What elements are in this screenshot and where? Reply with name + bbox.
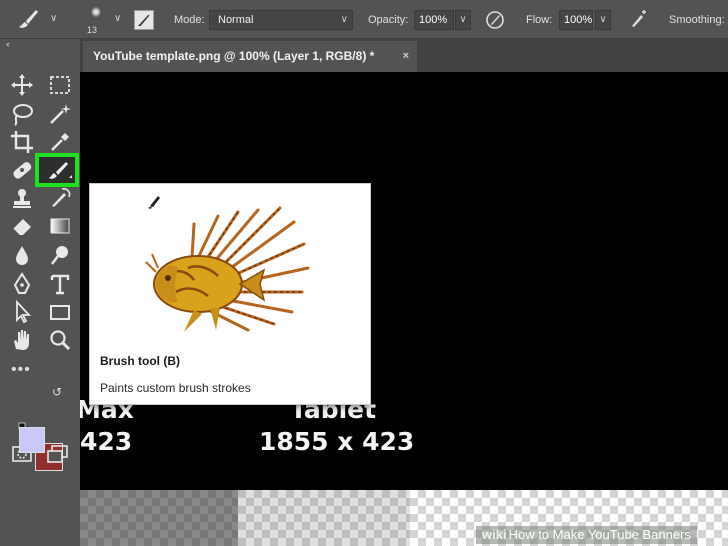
brush-preset-chevron-icon[interactable]: ∨ xyxy=(114,13,121,24)
path-selection-tool[interactable] xyxy=(9,299,35,325)
pressure-icon xyxy=(486,11,504,29)
blend-mode-select[interactable]: Normal ∨ xyxy=(209,10,353,30)
hand-tool[interactable] xyxy=(9,327,35,353)
water-drop-icon xyxy=(16,246,28,265)
magic-wand-icon xyxy=(50,104,71,124)
dodge-icon xyxy=(51,246,68,265)
pen-icon xyxy=(13,272,31,294)
type-tool[interactable] xyxy=(47,271,73,297)
marquee-icon xyxy=(50,76,70,94)
paintbrush-icon xyxy=(49,162,72,179)
brush-size-value: 13 xyxy=(87,25,98,35)
type-icon xyxy=(50,274,70,295)
watermark-brand: wiki xyxy=(482,527,507,542)
healing-brush-tool[interactable] xyxy=(9,157,35,183)
smoothing-label: Smoothing: xyxy=(669,14,725,26)
foreground-color-swatch[interactable] xyxy=(19,427,45,453)
crop-icon xyxy=(11,131,33,153)
document-tab-bar: YouTube template.png @ 100% (Layer 1, RG… xyxy=(80,39,728,72)
airbrush-button[interactable] xyxy=(627,9,649,31)
brush-settings-toggle[interactable] xyxy=(134,10,154,30)
lasso-tool[interactable] xyxy=(9,101,35,127)
brush-tool[interactable] xyxy=(35,153,79,187)
blur-tool[interactable] xyxy=(9,242,35,268)
dodge-tool[interactable] xyxy=(47,242,73,268)
clone-stamp-tool[interactable] xyxy=(9,185,35,211)
tool-tooltip: Brush tool (B) Paints custom brush strok… xyxy=(89,183,371,405)
tooltip-title: Brush tool (B) xyxy=(100,354,180,368)
crop-tool[interactable] xyxy=(9,129,35,155)
move-icon xyxy=(11,74,33,96)
transparency-checker-middle xyxy=(238,490,410,546)
flow-input[interactable]: 100% xyxy=(559,10,593,30)
pressure-opacity-button[interactable] xyxy=(484,9,506,31)
pen-tool[interactable] xyxy=(9,271,35,297)
history-brush-tool[interactable] xyxy=(47,185,73,211)
chevron-down-icon: ∨ xyxy=(340,14,348,25)
opacity-input[interactable]: 100% xyxy=(414,10,454,30)
rectangle-tool[interactable] xyxy=(47,299,73,325)
opacity-label: Opacity: xyxy=(368,14,409,26)
tool-preset-picker[interactable] xyxy=(16,6,44,32)
eyedropper-icon xyxy=(51,133,69,151)
collapse-panel-icon[interactable]: ‹‹ xyxy=(6,39,10,49)
gradient-tool[interactable] xyxy=(47,213,73,239)
magnifier-icon xyxy=(50,330,71,351)
history-brush-icon xyxy=(52,188,71,207)
eraser-icon xyxy=(12,219,31,236)
airbrush-icon xyxy=(632,10,646,27)
bandage-icon xyxy=(13,162,32,179)
document-tab-title: YouTube template.png @ 100% (Layer 1, RG… xyxy=(93,49,375,63)
edit-toolbar-more-icon[interactable]: ••• xyxy=(11,361,31,379)
move-tool[interactable] xyxy=(9,72,35,98)
hand-icon xyxy=(14,330,29,350)
canvas-text-max-value: 423 xyxy=(80,427,133,456)
swap-colors-icon[interactable]: ↺ xyxy=(52,385,62,399)
tools-panel: ‹‹ ••• ↺ xyxy=(0,39,80,546)
brush-panel-icon xyxy=(137,14,150,27)
stamp-icon xyxy=(13,189,31,208)
blend-mode-value: Normal xyxy=(218,14,254,26)
tooltip-description: Paints custom brush strokes xyxy=(100,381,251,395)
brush-icon xyxy=(19,10,38,28)
brush-size-picker[interactable]: 13 xyxy=(86,3,106,37)
screen-mode-button[interactable] xyxy=(46,443,70,465)
flow-slider-toggle[interactable]: ∨ xyxy=(595,10,611,30)
arrow-cursor-icon xyxy=(16,299,32,324)
gradient-icon xyxy=(50,218,70,234)
lionfish-illustration xyxy=(145,196,310,332)
zoom-tool[interactable] xyxy=(47,327,73,353)
opacity-slider-toggle[interactable]: ∨ xyxy=(455,10,471,30)
flow-label: Flow: xyxy=(526,14,553,26)
marquee-tool[interactable] xyxy=(47,72,73,98)
eraser-tool[interactable] xyxy=(9,213,35,239)
tool-preset-chevron-icon[interactable]: ∨ xyxy=(50,13,57,24)
transparency-checker-left xyxy=(80,490,238,546)
document-tab[interactable]: YouTube template.png @ 100% (Layer 1, RG… xyxy=(83,41,417,72)
options-bar: ∨ 13 ∨ Mode: Normal ∨ Opacity: 100% ∨ Fl… xyxy=(0,0,728,39)
eyedropper-tool[interactable] xyxy=(47,129,73,155)
brush-tip-icon xyxy=(91,7,101,17)
mode-label: Mode: xyxy=(174,14,205,26)
lasso-icon xyxy=(13,104,33,126)
watermark-text: How to Make YouTube Banners xyxy=(508,527,691,542)
close-tab-icon[interactable]: × xyxy=(403,41,409,72)
quick-selection-tool[interactable] xyxy=(47,101,73,127)
wikihow-watermark: wiki How to Make YouTube Banners xyxy=(476,526,697,544)
screen-mode-icon xyxy=(47,445,68,463)
canvas-text-tablet-value: 1855 x 423 xyxy=(259,427,415,456)
rectangle-icon xyxy=(50,305,70,320)
